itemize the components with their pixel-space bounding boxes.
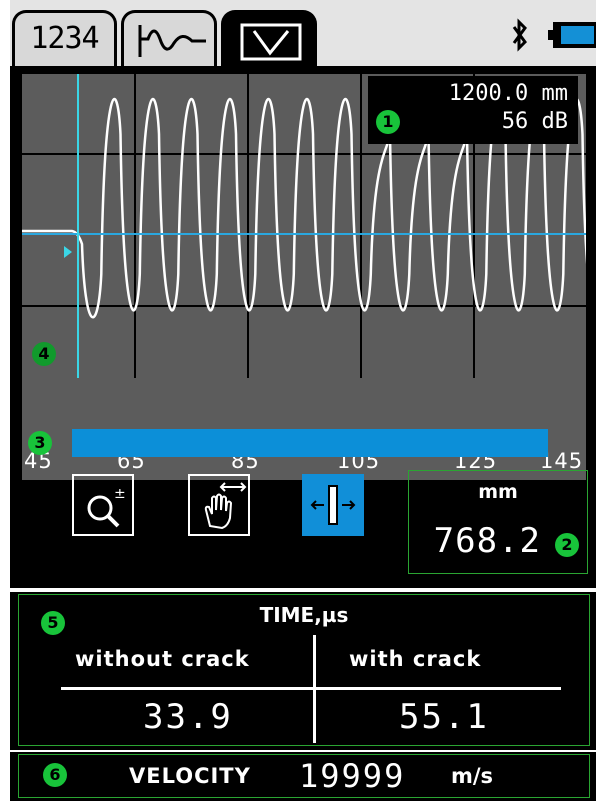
with-crack-label: with crack — [349, 647, 482, 671]
gate-button[interactable] — [302, 474, 364, 536]
tab-digits-label: 1234 — [30, 21, 99, 56]
velocity-panel: 6 VELOCITY 19999 m/s — [10, 752, 596, 801]
velocity-unit: m/s — [451, 764, 494, 788]
device-screen: 1 2 3 4 1200.0 mm 56 dB 1 4 45 65 85 105 12… — [10, 0, 596, 801]
ascan-display: 1200.0 mm 56 dB 1 4 45 65 85 105 125 145… — [10, 66, 596, 588]
marker-badge-6: 6 — [43, 763, 67, 787]
zoom-icon: ± — [87, 486, 126, 528]
velocity-value: 19999 — [299, 757, 406, 795]
bluetooth-icon — [512, 18, 527, 52]
rectangular-pulse-tab-icon — [240, 23, 302, 61]
waveform-tab-icon — [138, 25, 206, 57]
marker-badge-1: 1 — [376, 110, 400, 134]
tab-bar: 1234 — [10, 0, 596, 66]
without-crack-value: 33.9 — [143, 697, 233, 737]
marker-badge-4: 4 — [32, 342, 56, 366]
measurement-unit: mm — [478, 481, 518, 503]
time-box: 5 TIME,µs without crack with crack 33.9 … — [18, 594, 590, 746]
marker-badge-2: 2 — [555, 533, 579, 557]
signal-progress-bar — [72, 429, 548, 457]
table-divider — [61, 687, 561, 690]
measurement-box: mm 768.2 2 — [408, 470, 588, 574]
tab-digits[interactable]: 1234 — [12, 10, 117, 66]
pan-button[interactable] — [188, 474, 250, 536]
zoom-button[interactable]: ± — [72, 474, 134, 536]
time-panel: 5 TIME,µs without crack with crack 33.9 … — [10, 592, 596, 750]
marker-badge-3: 3 — [28, 431, 52, 455]
without-crack-label: without crack — [75, 647, 250, 671]
svg-text:±: ± — [114, 486, 126, 502]
with-crack-value: 55.1 — [399, 697, 489, 737]
measurement-value: 768.2 — [433, 521, 541, 561]
velocity-box: 6 VELOCITY 19999 m/s — [18, 754, 590, 798]
hand-pan-icon — [204, 482, 247, 530]
battery-icon — [548, 22, 596, 48]
gain-value: 56 dB — [501, 109, 568, 134]
time-title: TIME,µs — [259, 603, 349, 627]
range-gain-readout: 1200.0 mm 56 dB 1 — [368, 76, 578, 144]
gate-move-icon — [310, 485, 356, 525]
range-value: 1200.0 mm — [448, 81, 568, 106]
tab-pulse[interactable] — [221, 10, 317, 66]
table-divider — [313, 635, 316, 743]
velocity-label: VELOCITY — [129, 764, 251, 788]
tab-waveform[interactable] — [121, 10, 217, 66]
